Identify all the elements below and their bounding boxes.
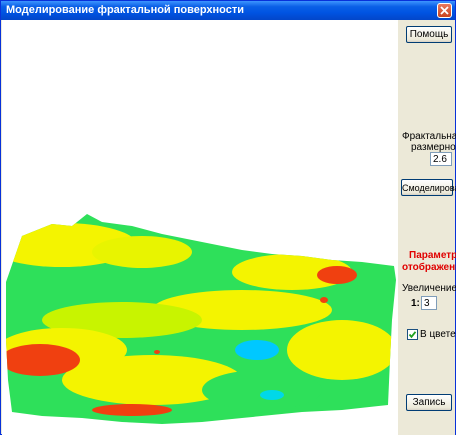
terrain-peak-red [6,344,80,376]
close-icon [440,6,449,15]
simulate-button[interactable]: Смоделировать [401,179,456,196]
zoom-input[interactable] [421,296,437,310]
checkmark-icon [408,331,417,339]
app-window: Моделирование фрактальной поверхности По… [0,0,456,435]
terrain-patch-cyan [260,390,284,400]
fractal-surface-view [2,20,398,435]
display-params-heading-2: отображения [402,262,456,273]
control-panel: Помощь Фрактальная размерность Смоделиро… [398,20,456,435]
terrain-patch-cyan [235,340,279,360]
zoom-label: Увеличение [402,283,456,294]
terrain-patch-green [202,370,322,410]
fractal-dimension-input[interactable] [430,152,452,166]
zoom-prefix: 1: [411,298,420,309]
title-bar: Моделирование фрактальной поверхности [1,1,455,20]
terrain-patch-yellow [92,236,192,268]
fractal-surface-render [6,214,396,424]
fractal-dimension-label-1: Фрактальная [402,131,456,142]
window-title: Моделирование фрактальной поверхности [6,4,245,16]
color-checkbox-label: В цвете [420,329,456,340]
terrain-patch-yellow [287,320,396,380]
terrain-peak-red [154,350,160,354]
help-button[interactable]: Помощь [406,26,452,43]
terrain-peak-red [317,266,357,284]
color-checkbox[interactable] [407,329,418,340]
display-params-heading-1: Параметры [409,250,456,261]
record-button[interactable]: Запись [406,394,452,411]
terrain-peak-red [92,404,172,416]
terrain-peak-red [320,297,328,303]
close-button[interactable] [437,3,452,18]
